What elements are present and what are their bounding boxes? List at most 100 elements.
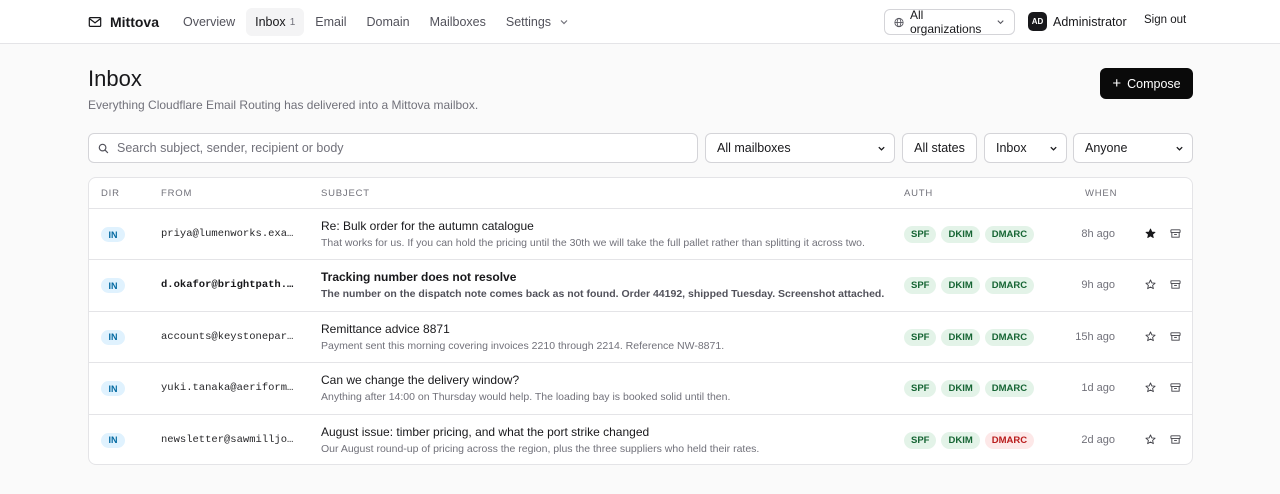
auth-badge-spf: SPF — [904, 226, 937, 243]
chevron-down-icon — [1050, 146, 1057, 151]
auth-badge-dmarc: DMARC — [984, 277, 1035, 295]
column-header-dir: DIR — [101, 188, 120, 199]
message-subject: August issue: timber pricing, and what t… — [321, 424, 650, 439]
auth-badge-dmarc: DMARC — [984, 380, 1035, 398]
auth-badges: SPF DKIM DMARC — [904, 380, 1035, 398]
auth-badge-dkim: DKIM — [941, 380, 980, 398]
direction-badge: IN — [101, 278, 125, 294]
table-row[interactable]: IN accounts@keystonepartners.example Remit… — [89, 312, 1192, 364]
column-header-subject: SUBJECT — [321, 188, 370, 199]
auth-badge-dmarc: DMARC — [984, 328, 1035, 346]
auth-badge-dmarc: DMARC — [984, 431, 1035, 449]
direction-badge: IN — [101, 329, 125, 345]
table-row[interactable]: IN yuki.tanaka@aeriform.example Can we cha… — [89, 363, 1192, 415]
plus-icon: + — [1112, 74, 1122, 92]
nav-label: Settings — [505, 15, 552, 29]
received-time: 15h ago — [1075, 330, 1115, 343]
avatar: AD — [1028, 12, 1047, 31]
auth-badge-dmarc: DMARC — [984, 226, 1035, 243]
chevron-down-icon — [997, 20, 1004, 25]
nav-item-email[interactable]: Email — [306, 8, 355, 36]
user-menu[interactable]: AD Administrator — [1028, 12, 1127, 31]
sender-address: priya@lumenworks.example — [161, 228, 298, 240]
states-filter-button[interactable]: All states — [902, 133, 977, 163]
archive-icon[interactable] — [1170, 228, 1181, 239]
chevron-down-icon — [560, 20, 568, 25]
direction-badge: IN — [101, 432, 125, 448]
message-preview: Our August round-up of pricing across th… — [321, 442, 760, 455]
nav-item-domain[interactable]: Domain — [358, 8, 419, 36]
sender-address: newsletter@sawmilljournal.example — [161, 433, 298, 446]
message-preview: Anything after 14:00 on Thursday would h… — [321, 391, 731, 404]
organization-select[interactable]: All organizations — [884, 8, 1015, 36]
auth-badge-spf: SPF — [904, 277, 937, 295]
auth-badge-dkim: DKIM — [941, 277, 980, 295]
auth-badge-dkim: DKIM — [941, 431, 980, 449]
nav-label: Email — [315, 15, 347, 29]
auth-badge-spf: SPF — [904, 380, 937, 398]
messages-table: DIR FROM SUBJECT AUTH WHEN IN priya@lumen… — [88, 177, 1193, 465]
brand-name: Mittova — [110, 14, 159, 30]
nav-item-overview[interactable]: Overview — [174, 8, 244, 36]
table-row[interactable]: IN d.okafor@brightpath.example Tracking nu… — [89, 260, 1192, 312]
auth-badges: SPF DKIM DMARC — [904, 226, 1035, 243]
page-title: Inbox — [88, 66, 142, 91]
message-subject: Re: Bulk order for the autumn catalogue — [321, 219, 534, 233]
message-subject: Can we change the delivery window? — [321, 373, 520, 388]
compose-button[interactable]: + Compose — [1100, 68, 1193, 99]
nav-item-inbox[interactable]: Inbox 1 — [246, 8, 305, 36]
direction-badge: IN — [101, 227, 125, 242]
direction-badge: IN — [101, 381, 125, 397]
table-row[interactable]: IN newsletter@sawmilljournal.example Augus… — [89, 415, 1192, 464]
user-name: Administrator — [1053, 14, 1127, 29]
assignee-select[interactable]: Anyone — [1073, 133, 1193, 163]
star-icon[interactable] — [1145, 228, 1156, 239]
table-header: DIR FROM SUBJECT AUTH WHEN — [89, 178, 1192, 209]
star-icon[interactable] — [1145, 434, 1156, 445]
table-row[interactable]: IN priya@lumenworks.example Re: Bulk order… — [89, 209, 1192, 261]
auth-badge-dkim: DKIM — [941, 328, 980, 346]
folder-select[interactable]: Inbox — [984, 133, 1067, 163]
archive-icon[interactable] — [1170, 279, 1181, 290]
mail-icon — [88, 17, 102, 27]
sign-out-button[interactable]: Sign out — [1144, 14, 1186, 26]
auth-badges: SPF DKIM DMARC — [904, 431, 1035, 449]
column-header-when: WHEN — [1085, 188, 1118, 199]
search-input[interactable] — [117, 141, 677, 155]
archive-icon[interactable] — [1170, 382, 1181, 393]
received-time: 9h ago — [1081, 279, 1115, 292]
archive-icon[interactable] — [1170, 434, 1181, 445]
nav-item-mailboxes[interactable]: Mailboxes — [421, 8, 495, 36]
mailbox-select[interactable]: All mailboxes — [705, 133, 895, 163]
nav-label: Inbox — [255, 15, 286, 29]
nav-item-settings[interactable]: Settings — [497, 8, 578, 36]
chevron-down-icon — [1176, 146, 1183, 151]
nav-label: Mailboxes — [429, 15, 486, 29]
column-header-auth: AUTH — [904, 188, 934, 199]
brand[interactable]: Mittova — [88, 0, 159, 44]
compose-label: Compose — [1127, 76, 1181, 91]
message-preview: Payment sent this morning covering invoi… — [321, 339, 725, 352]
auth-badge-dkim: DKIM — [941, 226, 980, 243]
chevron-down-icon — [878, 146, 885, 151]
received-time: 1d ago — [1081, 382, 1115, 395]
star-icon[interactable] — [1145, 331, 1156, 342]
search-icon — [98, 143, 109, 153]
assignee-select-value: Anyone — [1085, 141, 1128, 155]
auth-badge-spf: SPF — [904, 328, 937, 346]
received-time: 2d ago — [1081, 433, 1115, 446]
received-time: 8h ago — [1081, 228, 1115, 240]
star-icon[interactable] — [1145, 279, 1156, 290]
folder-select-value: Inbox — [996, 141, 1027, 155]
star-icon[interactable] — [1145, 382, 1156, 393]
auth-badge-spf: SPF — [904, 431, 937, 449]
search-field[interactable] — [88, 133, 698, 163]
organization-select-value: All organizations — [909, 8, 982, 36]
table-body: IN priya@lumenworks.example Re: Bulk order… — [89, 209, 1192, 464]
globe-icon — [894, 17, 904, 27]
message-subject: Tracking number does not resolve — [321, 270, 517, 285]
archive-icon[interactable] — [1170, 331, 1181, 342]
nav-label: Domain — [366, 15, 410, 29]
sender-address: d.okafor@brightpath.example — [161, 279, 298, 292]
message-preview: The number on the dispatch note comes ba… — [321, 288, 885, 301]
